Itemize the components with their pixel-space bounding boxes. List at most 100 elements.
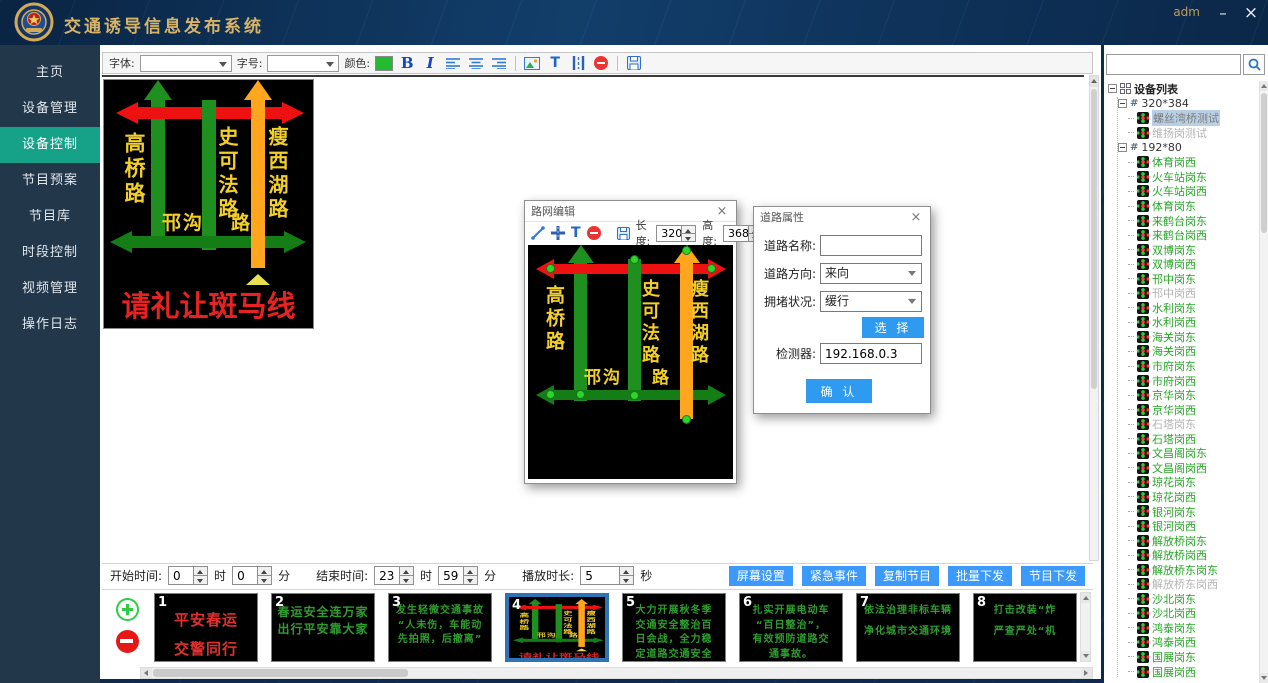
action-button[interactable]: 复制节目 [875,566,939,586]
sidebar-item-主页[interactable]: 主页 [0,55,100,91]
confirm-button[interactable]: 确 认 [806,379,872,403]
tree-group-192*80[interactable]: #192*80 [1118,140,1258,155]
road-name-input[interactable] [820,235,922,256]
tree-group-320*384[interactable]: #320*384 [1118,96,1258,111]
tree-device[interactable]: 解放桥岗西 [1128,548,1258,563]
tree-device[interactable]: 海关岗东 [1128,330,1258,345]
user-name[interactable]: adm [1173,5,1200,19]
playlist-item[interactable]: 7依法治理非标车辆净化城市交通环境 [856,593,960,662]
scroll-thumb[interactable] [1091,89,1097,389]
tree-device[interactable]: 银河岗西 [1128,519,1258,534]
tree-scrollbar[interactable] [1259,81,1268,683]
close-icon[interactable]: × [1240,2,1262,24]
image-icon[interactable] [523,55,541,72]
action-button[interactable]: 批量下发 [948,566,1012,586]
tree-device[interactable]: 维扬岗测试 [1128,126,1258,141]
node-handle[interactable] [682,415,691,424]
scroll-right-icon[interactable] [1081,668,1092,678]
save-icon[interactable] [617,225,630,242]
font-select[interactable] [140,55,232,72]
scroll-up-icon[interactable] [1090,76,1098,87]
node-handle[interactable] [630,255,639,264]
delete-icon[interactable] [587,225,601,242]
align-left-icon[interactable] [444,55,462,72]
tree-device[interactable]: 海关岗西 [1128,344,1258,359]
node-handle[interactable] [576,390,585,399]
tree-device[interactable]: 螺丝湾桥测试 [1128,111,1258,126]
sidebar-item-操作日志[interactable]: 操作日志 [0,307,100,343]
tree-device[interactable]: 双博岗西 [1128,257,1258,272]
tree-device[interactable]: 邗中岗西 [1128,286,1258,301]
network-edit-canvas[interactable]: 高桥路 史可法路 瘦西湖路 邗沟 路 [528,245,733,479]
tree-device[interactable]: 国展岗西 [1128,664,1258,679]
tree-device[interactable]: 市府岗西 [1128,373,1258,388]
tree-device[interactable]: 解放桥岗东 [1128,533,1258,548]
action-button[interactable]: 屏幕设置 [729,566,793,586]
playlist-item[interactable]: 4 高桥路 史可法路 瘦西湖路 邗沟 路 请礼让斑马线 [505,593,609,662]
action-button[interactable]: 节目下发 [1021,566,1085,586]
delete-icon[interactable] [592,55,610,72]
start-hour-stepper[interactable] [168,566,208,585]
align-right-icon[interactable] [490,55,508,72]
tree-device[interactable]: 火车站岗东 [1128,170,1258,185]
tree-device[interactable]: 京华岗东 [1128,388,1258,403]
tree-device[interactable]: 邗中岗东 [1128,271,1258,286]
sidebar-item-时段控制[interactable]: 时段控制 [0,235,100,271]
tree-device[interactable]: 水利岗东 [1128,301,1258,316]
search-button[interactable] [1243,54,1265,75]
tree-device[interactable]: 沙北岗西 [1128,606,1258,621]
dialog-close-icon[interactable]: × [908,210,924,225]
road-direction-select[interactable]: 来向 [820,263,922,284]
tree-device[interactable]: 文昌阁岗东 [1128,446,1258,461]
tree-device[interactable]: 双博岗东 [1128,242,1258,257]
duration-stepper[interactable] [580,566,634,585]
remove-program-button[interactable] [116,630,139,653]
crossroad-icon[interactable] [551,225,565,242]
length-stepper[interactable] [656,225,696,242]
playlist-item[interactable]: 3发生轻微交通事故“人未伤，车能动先拍照，后撤离” [388,593,492,662]
playlist-item[interactable]: 6扎实开展电动车“百日整治”，有效预防道路交通事故。 [739,593,843,662]
tree-device[interactable]: 银河岗东 [1128,504,1258,519]
tree-device[interactable]: 文昌阁岗西 [1128,461,1258,476]
playlist-item[interactable]: 2春运安全连万家出行平安靠大家 [271,593,375,662]
bold-button[interactable]: B [398,55,416,72]
sidebar-item-设备控制[interactable]: 设备控制 [0,127,100,163]
align-center-icon[interactable] [467,55,485,72]
road-icon[interactable] [569,55,587,72]
italic-button[interactable]: I [421,55,439,72]
size-select[interactable] [267,55,339,72]
tree-device[interactable]: 沙北岗东 [1128,592,1258,607]
tree-device[interactable]: 火车站岗西 [1128,184,1258,199]
collapse-icon[interactable] [1108,84,1117,93]
tree-device[interactable]: 京华岗西 [1128,402,1258,417]
color-swatch[interactable] [375,56,393,71]
collapse-icon[interactable] [1118,143,1127,152]
tree-device[interactable]: 体育岗东 [1128,199,1258,214]
tree-device[interactable]: 体育岗西 [1128,155,1258,170]
minimize-icon[interactable]: – [1212,2,1234,24]
collapse-icon[interactable] [1118,99,1127,108]
congestion-select[interactable]: 缓行 [820,291,922,312]
start-minute-stepper[interactable] [232,566,272,585]
node-handle[interactable] [546,390,555,399]
node-handle[interactable] [546,264,555,273]
tree-device[interactable]: 解放桥东岗东 [1128,562,1258,577]
text-tool-icon[interactable]: T [546,55,564,72]
tree-device[interactable]: 石塔岗西 [1128,431,1258,446]
node-handle[interactable] [707,264,716,273]
scroll-thumb[interactable] [153,669,408,677]
save-icon[interactable] [625,55,643,72]
sidebar-item-设备管理[interactable]: 设备管理 [0,91,100,127]
sidebar-item-视频管理[interactable]: 视频管理 [0,271,100,307]
tree-device[interactable]: 琼花岗西 [1128,490,1258,505]
tree-device[interactable]: 来鹤台岗西 [1128,228,1258,243]
node-handle[interactable] [630,391,639,400]
playlist-item[interactable]: 5大力开展秋冬季交通安全整治百日会战，全力稳定道路交通安全形势！ [622,593,726,662]
node-handle[interactable] [682,246,691,255]
detector-input[interactable] [820,343,922,364]
tree-device[interactable]: 国展岗东 [1128,650,1258,665]
tree-device[interactable]: 琼花岗东 [1128,475,1258,490]
main-vertical-scrollbar[interactable] [1089,75,1099,561]
tree-device[interactable]: 水利岗西 [1128,315,1258,330]
action-button[interactable]: 紧急事件 [802,566,866,586]
